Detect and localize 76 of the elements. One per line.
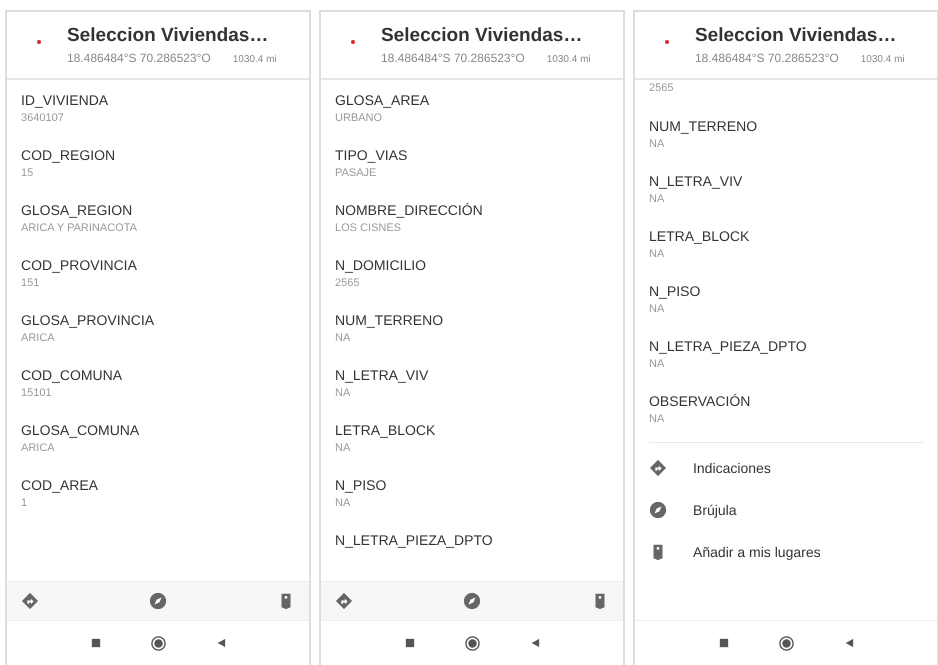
field-label: GLOSA_AREA xyxy=(335,92,430,108)
field-label: N_LETRA_PIEZA_DPTO xyxy=(649,338,808,354)
compass-icon xyxy=(649,501,667,519)
field-value: NA xyxy=(649,138,666,150)
field-label: N_PISO xyxy=(649,283,702,299)
square-icon[interactable] xyxy=(90,638,100,648)
field-label: NOMBRE_DIRECCIÓN xyxy=(335,202,484,218)
compass-icon[interactable] xyxy=(463,592,481,610)
field-label: COD_REGION xyxy=(21,147,116,163)
field-value: 2565 xyxy=(649,82,674,94)
field-value: ARICA xyxy=(21,442,56,454)
field-value: 3640107 xyxy=(21,112,65,124)
field-label: GLOSA_PROVINCIA xyxy=(21,312,156,328)
location-dot-icon xyxy=(351,40,355,44)
field-value: PASAJE xyxy=(335,167,378,179)
action-item[interactable]: Brújula xyxy=(649,489,923,531)
field-value: NA xyxy=(335,332,352,344)
field-value: NA xyxy=(335,497,352,509)
field-value: 15101 xyxy=(21,387,53,399)
coordinates: 18.486484°S 70.286523°O xyxy=(67,51,211,65)
field-label: N_LETRA_VIV xyxy=(649,173,744,189)
field-value: NA xyxy=(649,303,666,315)
directions-icon xyxy=(649,459,667,477)
field-value: NA xyxy=(335,442,352,454)
directions-icon[interactable] xyxy=(335,592,353,610)
field-label: COD_COMUNA xyxy=(21,367,124,383)
field-label: N_LETRA_PIEZA_DPTO xyxy=(335,532,494,548)
back-icon[interactable] xyxy=(844,638,854,648)
home-icon[interactable] xyxy=(150,636,166,650)
field-label: LETRA_BLOCK xyxy=(649,228,750,244)
field-value: 15 xyxy=(21,167,34,179)
home-icon[interactable] xyxy=(464,636,480,650)
location-dot-icon xyxy=(37,40,41,44)
field-label: N_DOMICILIO xyxy=(335,257,428,273)
place-title: Seleccion Viviendas… xyxy=(695,25,898,47)
field-label: N_PISO xyxy=(335,477,388,493)
field-value: NA xyxy=(649,193,666,205)
field-label: GLOSA_COMUNA xyxy=(21,422,140,438)
field-label: N_LETRA_VIV xyxy=(335,367,430,383)
distance: 1030.4 mi xyxy=(546,54,591,65)
place-title: Seleccion Viviendas… xyxy=(381,25,584,47)
field-label: TIPO_VIAS xyxy=(335,147,408,163)
back-icon[interactable] xyxy=(530,638,540,648)
square-icon[interactable] xyxy=(718,638,728,648)
coordinates: 18.486484°S 70.286523°O xyxy=(381,51,525,65)
field-value: NA xyxy=(649,248,666,260)
distance: 1030.4 mi xyxy=(860,54,905,65)
field-value: NA xyxy=(335,387,352,399)
field-value: URBANO xyxy=(335,112,384,124)
directions-icon[interactable] xyxy=(21,592,39,610)
action-item[interactable]: Indicaciones xyxy=(649,447,923,489)
field-value: NA xyxy=(649,413,666,425)
location-dot-icon xyxy=(665,40,669,44)
field-label: GLOSA_REGION xyxy=(21,202,134,218)
field-value: 2565 xyxy=(335,277,360,289)
field-label: COD_AREA xyxy=(21,477,100,493)
distance: 1030.4 mi xyxy=(232,54,277,65)
field-value: 1 xyxy=(21,497,28,509)
field-label: NUM_TERRENO xyxy=(649,118,758,134)
field-label: COD_PROVINCIA xyxy=(21,257,138,273)
field-label: OBSERVACIÓN xyxy=(649,393,752,409)
field-value: NA xyxy=(649,358,666,370)
square-icon[interactable] xyxy=(404,638,414,648)
field-label: NUM_TERRENO xyxy=(335,312,444,328)
compass-icon[interactable] xyxy=(149,592,167,610)
back-icon[interactable] xyxy=(216,638,226,648)
field-value: ARICA xyxy=(21,332,56,344)
home-icon[interactable] xyxy=(778,636,794,650)
action-item[interactable]: Añadir a mis lugares xyxy=(649,531,923,573)
place-title: Seleccion Viviendas… xyxy=(67,25,270,47)
field-label: ID_VIVIENDA xyxy=(21,92,110,108)
field-value: 151 xyxy=(21,277,40,289)
field-value: ARICA Y PARINACOTA xyxy=(21,222,138,234)
coordinates: 18.486484°S 70.286523°O xyxy=(695,51,839,65)
field-value: LOS CISNES xyxy=(335,222,402,234)
field-label: LETRA_BLOCK xyxy=(335,422,436,438)
